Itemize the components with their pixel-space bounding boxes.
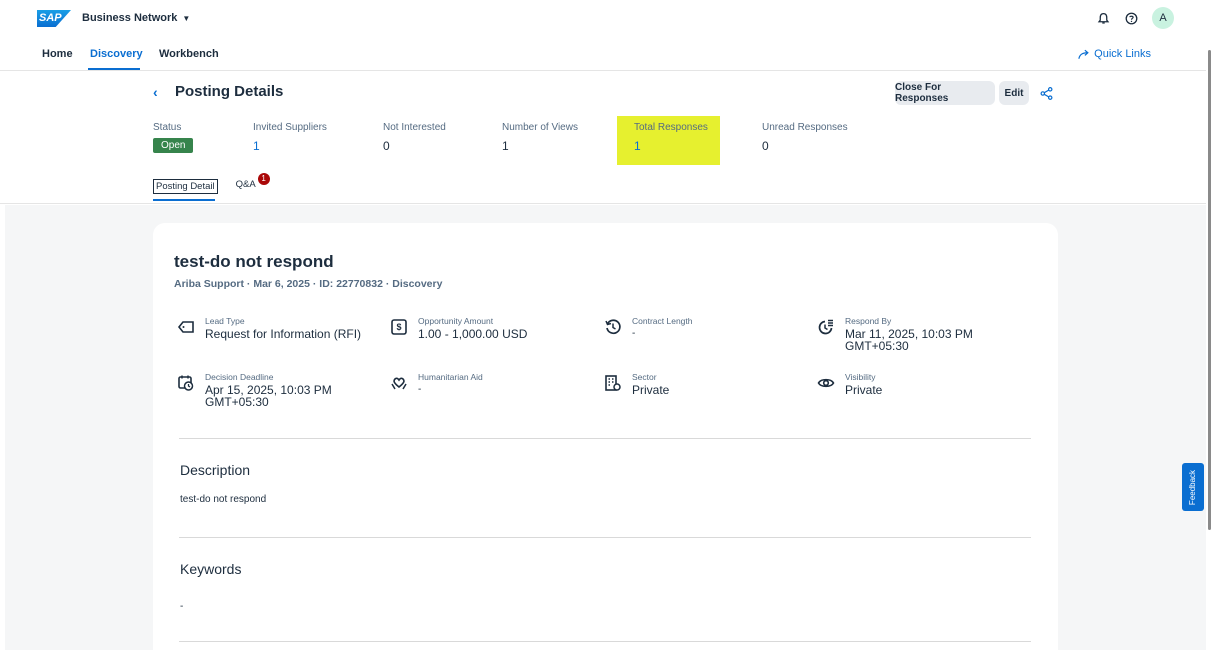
eye-icon [817,378,835,388]
qa-count-badge: 1 [257,173,270,185]
quick-links-link[interactable]: Quick Links [1078,48,1151,60]
top-navigation: Home Discovery Workbench Quick Links [0,38,1206,71]
timer-list-icon [818,319,833,335]
sector-label: Sector [632,372,657,382]
humanitarian-aid-value: - [418,384,422,395]
heart-hand-icon [391,377,407,390]
respond-by-label: Respond By [845,316,892,326]
object-page-header: ‹ Posting Details Close For Responses Ed… [0,72,1206,204]
kpi-unread-value: 0 [762,139,769,153]
nav-active-indicator [88,68,140,70]
kpi-number-of-views: Number of Views 1 [502,122,578,153]
visibility-value: Private [845,383,883,397]
decision-deadline-value: Apr 15, 2025, 10:03 PM GMT+05:30 [205,383,332,409]
notification-bell-icon[interactable] [1096,11,1110,25]
section-divider [179,537,1031,538]
sector-value: Private [632,383,670,397]
feedback-label: Feedback [1188,469,1198,505]
field-visibility: Visibility Private [817,372,882,396]
kpi-not-interested-value: 0 [383,139,390,153]
humanitarian-aid-label: Humanitarian Aid [418,372,483,382]
section-divider [179,641,1031,642]
field-decision-deadline: Decision Deadline Apr 15, 2025, 10:03 PM… [177,372,365,408]
history-icon [605,319,621,335]
brand-label: Business Network [82,12,178,24]
tab-bar: Posting Detail Q&A 1 [153,173,270,194]
keywords-heading: Keywords [180,561,242,577]
field-contract-length: Contract Length - [604,316,692,340]
page-scrollbar[interactable] [1208,50,1211,530]
description-heading: Description [180,462,251,478]
kpi-total-responses: Total Responses 1 [634,122,708,153]
lead-type-label: Lead Type [205,316,245,326]
kpi-invited-value-link[interactable]: 1 [253,139,327,153]
tab-qa-label: Q&A [235,179,256,190]
field-sector: Sector Private [604,372,669,396]
svg-text:$: $ [396,322,401,332]
kpi-invited-suppliers: Invited Suppliers 1 [253,122,327,153]
contract-length-label: Contract Length [632,316,693,326]
opportunity-amount-value: 1.00 - 1,000.00 USD [418,327,528,341]
caret-down-icon: ▼ [182,13,191,23]
feedback-button[interactable]: Feedback [1182,463,1204,511]
brand-menu[interactable]: Business Network ▼ [82,12,190,24]
user-avatar[interactable]: A [1152,7,1174,29]
edit-button[interactable]: Edit [999,81,1029,105]
kpi-total-responses-value-link[interactable]: 1 [634,139,708,153]
kpi-not-interested: Not Interested 0 [383,122,446,153]
kpi-views-label: Number of Views [502,122,578,133]
visibility-label: Visibility [845,372,876,382]
field-lead-type: Lead Type Request for Information (RFI) [177,316,361,340]
tab-qa[interactable]: Q&A 1 [235,173,270,194]
lead-type-value: Request for Information (RFI) [205,327,362,341]
kpi-total-responses-label: Total Responses [634,122,708,133]
field-opportunity-amount: $ Opportunity Amount 1.00 - 1,000.00 USD [390,316,527,340]
quick-links-label: Quick Links [1094,48,1151,60]
respond-by-value: Mar 11, 2025, 10:03 PM GMT+05:30 [845,327,973,353]
sap-logo[interactable]: SAP [37,10,71,27]
field-humanitarian-aid: Humanitarian Aid - [390,372,483,396]
opportunity-amount-label: Opportunity Amount [418,316,494,326]
kpi-status: Status Open [153,122,194,153]
posting-card: test-do not respond Ariba Support · Mar … [153,223,1058,650]
status-badge: Open [153,138,194,153]
building-gear-icon [605,375,621,391]
help-icon[interactable] [1124,11,1138,25]
calendar-clock-icon [178,375,194,391]
kpi-unread-responses: Unread Responses 0 [762,122,848,153]
shell-bar: SAP Business Network ▼ A [0,0,1214,38]
money-document-icon: $ [391,319,407,335]
tag-icon [177,321,194,333]
kpi-views-value: 1 [502,139,509,153]
kpi-invited-label: Invited Suppliers [253,122,327,133]
back-chevron-icon[interactable]: ‹ [153,84,158,100]
nav-home[interactable]: Home [42,48,73,60]
posting-title: test-do not respond [174,252,334,271]
kpi-status-label: Status [153,122,182,133]
quick-link-arrow-icon [1078,49,1089,59]
tab-posting-detail[interactable]: Posting Detail [153,179,218,194]
description-text: test-do not respond [180,494,267,505]
tab-active-indicator [153,199,215,201]
close-for-responses-button[interactable]: Close For Responses [895,81,995,105]
field-respond-by: Respond By Mar 11, 2025, 10:03 PM GMT+05… [817,316,995,352]
nav-discovery[interactable]: Discovery [90,48,143,60]
posting-subtitle: Ariba Support · Mar 6, 2025 · ID: 227708… [174,278,443,290]
share-icon[interactable] [1040,87,1053,105]
contract-length-value: - [632,328,636,339]
nav-workbench[interactable]: Workbench [159,48,219,60]
keywords-text: - [180,601,184,612]
kpi-not-interested-label: Not Interested [383,122,446,133]
section-divider [179,438,1031,439]
decision-deadline-label: Decision Deadline [205,372,274,382]
page-title: Posting Details [175,83,284,100]
kpi-unread-label: Unread Responses [762,122,848,133]
